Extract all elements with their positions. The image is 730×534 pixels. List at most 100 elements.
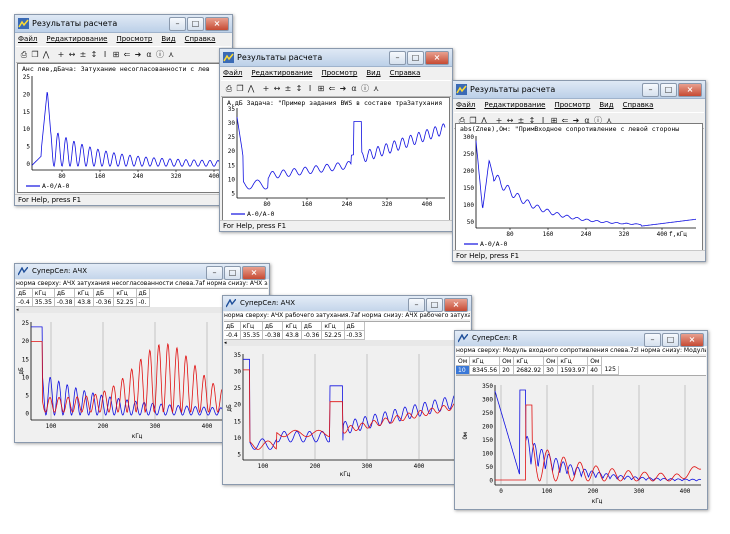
y-tick-label: 200 [482, 424, 493, 431]
plot-area[interactable]: 35 30 25 20 15 10 5 100 200 300 400 кГц дБ [225, 348, 468, 481]
results-window-3[interactable]: Результаты расчета – □ × Файл Редактирован… [452, 80, 706, 262]
maximize-icon[interactable]: □ [407, 51, 424, 65]
close-icon[interactable]: × [678, 83, 702, 97]
grid-data-row[interactable]: 10 8345.56 20 2682.92 30 1593.97 40 125 [456, 365, 619, 375]
info-icon[interactable]: ⓘ [155, 49, 165, 60]
x-tick-label: 160 [543, 231, 554, 238]
plot-area[interactable]: 350 300 250 200 150 100 50 0 0 100 200 300 400 кГц Ом [457, 381, 704, 506]
info-icon[interactable]: ⓘ [360, 83, 370, 94]
peak-icon[interactable]: ⋏ [166, 49, 176, 60]
title-bar[interactable]: СуперСел: R – □ × [455, 331, 707, 347]
data-grid[interactable]: дБ кГц дБ кГц дБ кГц дБ -0.4 35.35 -0.38 43.8 -0.3… [224, 321, 470, 341]
menu-help[interactable]: Справка [185, 33, 216, 45]
copy-icon[interactable]: ❐ [235, 83, 245, 94]
forward-icon[interactable]: ➜ [338, 83, 348, 94]
y-tick-label: 250 [482, 410, 493, 417]
minimize-icon[interactable]: – [389, 51, 406, 65]
menu-appearance[interactable]: Вид [161, 33, 175, 45]
zoom-y-icon[interactable]: ± [283, 83, 293, 94]
maximize-icon[interactable]: □ [662, 333, 679, 347]
close-icon[interactable]: × [680, 333, 704, 347]
title-bar[interactable]: СуперСел: АЧХ – □ × [223, 296, 471, 312]
status-bar: For Help, press F1 [15, 194, 232, 205]
grid-data-row[interactable]: -0.4 35.35 -0.38 43.8 -0.36 52.25 -0.33 [224, 330, 366, 340]
chart-icon[interactable]: ⋀ [246, 83, 256, 94]
fit-x-icon[interactable]: ↔ [67, 49, 77, 60]
zoom-x-icon[interactable]: + [56, 49, 66, 60]
maximize-icon[interactable]: □ [187, 17, 204, 31]
supersel-window-3[interactable]: СуперСел: R – □ × норма сверху: Модуль вхо… [454, 330, 708, 510]
maximize-icon[interactable]: □ [224, 266, 241, 280]
fit-y-icon[interactable]: ↕ [89, 49, 99, 60]
menu-appearance[interactable]: Вид [599, 99, 613, 111]
x-tick-label: 300 [634, 488, 645, 495]
y-tick-label: 0 [26, 161, 30, 168]
menu-appearance[interactable]: Вид [366, 67, 380, 79]
plot-area[interactable]: 35 30 25 20 15 10 5 80 160 240 320 400 А,дБ Задача: … [222, 97, 450, 221]
window-title: Результаты расчета [470, 85, 556, 94]
back-icon[interactable]: ⇐ [122, 49, 132, 60]
maximize-icon[interactable]: □ [660, 83, 677, 97]
print-icon[interactable]: ⎙ [224, 83, 234, 94]
close-icon[interactable]: × [425, 51, 449, 65]
minimize-icon[interactable]: – [206, 266, 223, 280]
y-tick-label: 30 [228, 120, 236, 127]
menu-view[interactable]: Просмотр [116, 33, 152, 45]
plot-area[interactable]: 25 20 15 10 5 0 80 160 240 320 400 Анс лев,дБача: З… [17, 63, 230, 193]
grid-header-row: дБ кГц дБ кГц дБ кГц дБ [16, 289, 150, 298]
chart-icon[interactable]: ⋀ [41, 49, 51, 60]
title-bar[interactable]: Результаты расчета – □ × [220, 49, 452, 67]
menu-file[interactable]: Файл [223, 67, 242, 79]
x-tick-label: 100 [46, 423, 57, 430]
menu-file[interactable]: Файл [456, 99, 475, 111]
title-bar[interactable]: СуперСел: АЧХ – □ × [15, 264, 269, 280]
supersel-window-2[interactable]: СуперСел: АЧХ – □ × норма сверху: АЧХ рабо… [222, 295, 472, 485]
results-window-2[interactable]: Результаты расчета – □ × Файл Редактирован… [219, 48, 453, 232]
maximize-icon[interactable]: □ [426, 298, 443, 312]
alpha-icon[interactable]: α [349, 83, 359, 94]
menu-view[interactable]: Просмотр [554, 99, 590, 111]
minimize-icon[interactable]: – [642, 83, 659, 97]
menu-view[interactable]: Просмотр [321, 67, 357, 79]
title-bar[interactable]: Результаты расчета – □ × [453, 81, 705, 99]
back-icon[interactable]: ⇐ [327, 83, 337, 94]
chart-svg: 350 300 250 200 150 100 50 00 100 200 300 400 кГц Ом [462, 383, 702, 505]
copy-icon[interactable]: ❐ [30, 49, 40, 60]
fit-x-icon[interactable]: ↔ [272, 83, 282, 94]
y-tick-label: 300 [463, 134, 474, 141]
zoom-x-icon[interactable]: + [261, 83, 271, 94]
menu-help[interactable]: Справка [623, 99, 654, 111]
minimize-icon[interactable]: – [408, 298, 425, 312]
close-icon[interactable]: × [205, 17, 229, 31]
menu-help[interactable]: Справка [390, 67, 421, 79]
grid-icon[interactable]: ⊞ [111, 49, 121, 60]
print-icon[interactable]: ⎙ [19, 49, 29, 60]
close-icon[interactable]: × [242, 266, 266, 280]
cursor-icon[interactable]: I [100, 49, 110, 60]
alpha-icon[interactable]: α [144, 49, 154, 60]
title-bar[interactable]: Результаты расчета – □ × [15, 15, 232, 33]
y-tick-label: 150 [463, 185, 474, 192]
results-window-1[interactable]: Результаты расчета – □ × Файл Редактирован… [14, 14, 233, 206]
zoom-y-icon[interactable]: ± [78, 49, 88, 60]
minimize-icon[interactable]: – [644, 333, 661, 347]
forward-icon[interactable]: ➜ [133, 49, 143, 60]
y-tick-label: 50 [486, 464, 494, 471]
minimize-icon[interactable]: – [169, 17, 186, 31]
menu-edit[interactable]: Редактирование [46, 33, 107, 45]
menu-edit[interactable]: Редактирование [251, 67, 312, 79]
close-icon[interactable]: × [444, 298, 468, 312]
cursor-icon[interactable]: I [305, 83, 315, 94]
data-grid[interactable]: Ом кГц Ом кГц Ом кГц Ом 10 8345.56 20 2682.92 30 15… [456, 356, 706, 376]
horizontal-scrollbar[interactable]: ◂ [224, 340, 470, 346]
peak-icon[interactable]: ⋏ [371, 83, 381, 94]
plot-caption: А,дБ Задача: "Пример задания BWS в соста… [227, 99, 442, 107]
y-tick-label: 5 [237, 451, 241, 458]
menu-edit[interactable]: Редактирование [484, 99, 545, 111]
menu-file[interactable]: Файл [18, 33, 37, 45]
grid-data-row[interactable]: -0.4 35.35 -0.38 43.8 -0.36 52.25 -0. [16, 297, 150, 307]
y-tick-label: 200 [463, 168, 474, 175]
fit-y-icon[interactable]: ↕ [294, 83, 304, 94]
grid-icon[interactable]: ⊞ [316, 83, 326, 94]
plot-area[interactable]: 300 250 200 150 100 50 80 160 240 320 400 abs(Zлев)… [455, 123, 703, 251]
